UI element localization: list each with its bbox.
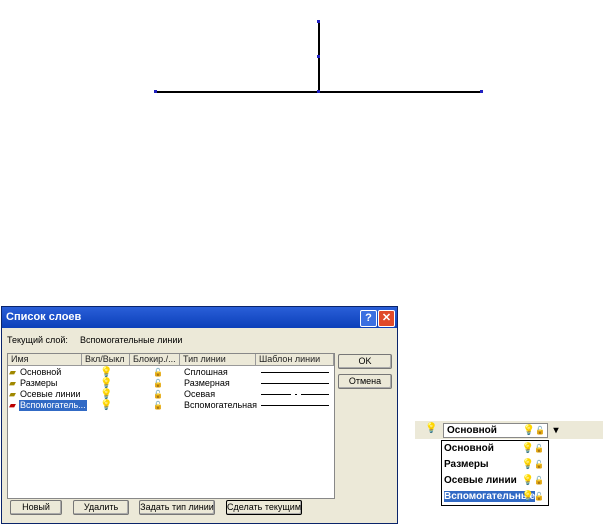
layer-name: Размеры [20, 378, 58, 388]
bulb-lock-icons: 💡🔓 [522, 457, 544, 473]
delete-layer-button[interactable]: Удалить [73, 500, 129, 515]
line-pattern [261, 394, 291, 395]
layer-icon: ▰ [9, 367, 16, 377]
lock-icon[interactable]: 🔓 [534, 476, 544, 485]
ok-button[interactable]: OK [338, 354, 392, 369]
layer-table[interactable]: Имя Вкл/Выкл Блокир./... Тип линии Шабло… [7, 353, 335, 499]
line-type: Сплошная [184, 367, 228, 377]
column-header-lock[interactable]: Блокир./... [130, 354, 180, 366]
close-button[interactable]: ✕ [378, 310, 395, 327]
current-layer-value: Вспомогательные линии [80, 335, 183, 345]
bulb-icon[interactable]: 💡 [100, 378, 112, 389]
make-current-button[interactable]: Сделать текущим [226, 500, 302, 515]
item-label: Размеры [444, 459, 489, 470]
layer-combo[interactable]: Основной ▾ 💡🔓 [443, 423, 563, 438]
bulb-icon[interactable]: 💡 [100, 367, 112, 378]
grip-point [317, 55, 320, 58]
bulb-icon: 💡 [425, 423, 438, 434]
table-row[interactable]: ▰ Основной 💡 🔓 Сплошная [8, 367, 334, 378]
dropdown-arrow-icon[interactable]: ▾ [549, 424, 563, 437]
table-row[interactable]: ▰ Вспомогатель... 💡 🔓 Вспомогательная [8, 400, 334, 411]
layer-name: Основной [20, 367, 62, 377]
drawing-canvas [154, 20, 483, 93]
column-header-name[interactable]: Имя [8, 354, 82, 366]
new-layer-button[interactable]: Новый [10, 500, 62, 515]
bulb-icon[interactable]: 💡 [522, 443, 534, 454]
lock-icon[interactable]: 🔓 [153, 378, 163, 389]
lock-icon[interactable]: 🔓 [153, 400, 163, 411]
column-header-pattern[interactable]: Шаблон линии [256, 354, 334, 366]
line-pattern [261, 372, 329, 373]
dropdown-item[interactable]: Основной 💡🔓 [442, 441, 548, 457]
help-button[interactable]: ? [360, 310, 377, 327]
grip-point [480, 90, 483, 93]
grip-point [317, 90, 320, 93]
line-pattern [295, 394, 297, 395]
layer-name: Осевые линии [20, 389, 81, 399]
line-type: Вспомогательная [184, 400, 257, 410]
bulb-icon[interactable]: 💡 [522, 475, 534, 486]
table-row[interactable]: ▰ Размеры 💡 🔓 Размерная [8, 378, 334, 389]
bulb-icon[interactable]: 💡 [100, 389, 112, 400]
lock-icon[interactable]: 🔓 [153, 389, 163, 400]
column-header-line-type[interactable]: Тип линии [180, 354, 256, 366]
table-row[interactable]: ▰ Осевые линии 💡 🔓 Осевая [8, 389, 334, 400]
layer-icon: ▰ [9, 378, 16, 388]
bulb-icon[interactable]: 💡 [522, 491, 534, 502]
lock-icon: 🔓 [535, 426, 545, 435]
item-label: Осевые линии [444, 475, 517, 486]
cancel-button[interactable]: Отмена [338, 374, 392, 389]
grip-point [317, 20, 320, 23]
lock-icon[interactable]: 🔓 [534, 460, 544, 469]
layer-icon: ▰ [9, 400, 16, 410]
bulb-icon[interactable]: 💡 [522, 459, 534, 470]
line-pattern [261, 383, 329, 384]
lock-icon[interactable]: 🔓 [153, 367, 163, 378]
grip-point [154, 90, 157, 93]
bulb-lock-icons: 💡🔓 [522, 473, 544, 489]
dropdown-item[interactable]: Размеры 💡🔓 [442, 457, 548, 473]
dialog-title: Список слоев [2, 307, 397, 328]
bulb-icon: 💡 [522, 425, 536, 436]
current-layer-label: Текущий слой: [7, 335, 68, 345]
lock-icon[interactable]: 🔓 [534, 444, 544, 453]
bulb-icon[interactable]: 💡 [100, 400, 112, 411]
combo-value: Основной [447, 425, 497, 436]
line-type: Осевая [184, 389, 216, 399]
line-pattern [261, 405, 329, 406]
set-line-type-button[interactable]: Задать тип линии [139, 500, 215, 515]
line-type: Размерная [184, 378, 230, 388]
line-pattern [301, 394, 329, 395]
layer-icon: ▰ [9, 389, 16, 399]
dropdown-item[interactable]: Вспомогательные 💡🔓 [442, 489, 548, 505]
bulb-lock-icons: 💡🔓 [522, 489, 544, 505]
item-label: Основной [444, 443, 494, 454]
layer-dropdown-list: Основной 💡🔓 Размеры 💡🔓 Осевые линии 💡🔓 Вспомог… [441, 440, 549, 506]
column-header-visible[interactable]: Вкл/Выкл [82, 354, 130, 366]
bulb-lock-icons: 💡🔓 [522, 441, 544, 457]
dropdown-item[interactable]: Осевые линии 💡🔓 [442, 473, 548, 489]
layer-list-dialog: Список слоев ? ✕ Текущий слой: Вспомогат… [1, 306, 398, 524]
layer-name: Вспомогатель... [19, 400, 87, 411]
combo-icons: 💡🔓 [523, 424, 545, 437]
lock-icon[interactable]: 🔓 [534, 492, 544, 501]
